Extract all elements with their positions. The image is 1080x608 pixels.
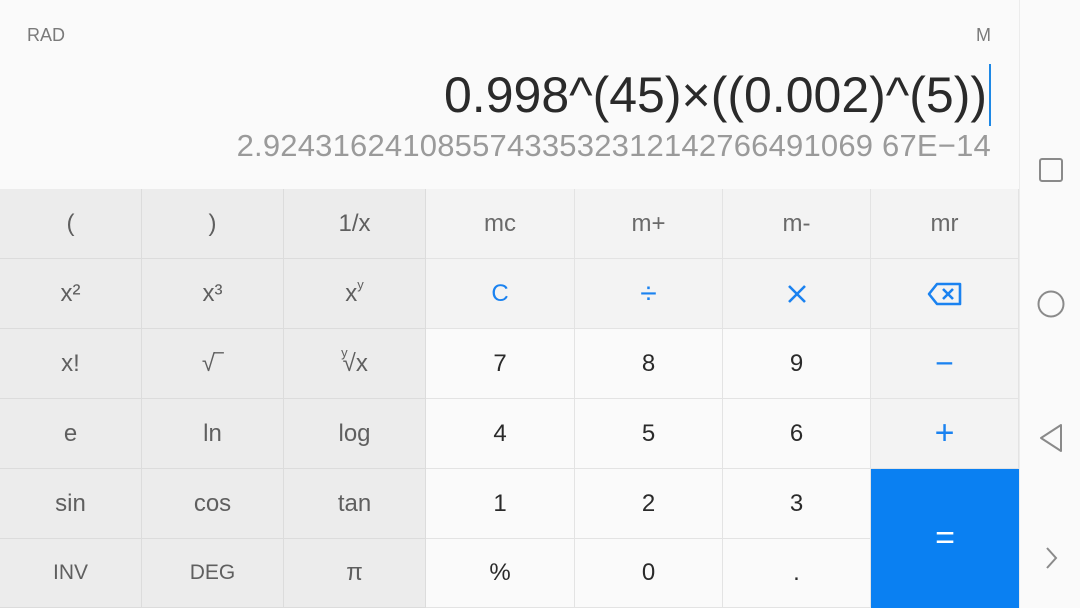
sine-button[interactable]: sin [0,469,142,539]
memory-clear-button[interactable]: mc [426,189,575,259]
square-root-button[interactable]: √‾ [142,329,284,399]
multiply-icon [787,284,806,303]
triangle-back-icon [1039,424,1062,452]
power-exponent-label: y [357,277,364,292]
expand-nav-button[interactable] [1020,540,1080,576]
navigation-bar [1019,0,1080,608]
degree-mode-button[interactable]: DEG [142,539,284,608]
keypad: ( ) 1/x mc m+ m- mr x² x³ xy C ÷ x! √‾ y… [0,189,1019,608]
backspace-button[interactable] [871,259,1019,329]
digit-0-button[interactable]: 0 [575,539,723,608]
angle-mode-label: RAD [27,25,66,45]
digit-6-button[interactable]: 6 [723,399,871,469]
digit-1-button[interactable]: 1 [426,469,575,539]
decimal-point-button[interactable]: . [723,539,871,608]
chevron-right-icon [1045,547,1057,569]
nth-root-button[interactable]: y √x [284,329,426,399]
open-paren-button[interactable]: ( [0,189,142,259]
root-index-label: y [341,345,348,360]
digit-4-button[interactable]: 4 [426,399,575,469]
memory-recall-button[interactable]: mr [871,189,1019,259]
digit-3-button[interactable]: 3 [723,469,871,539]
digit-2-button[interactable]: 2 [575,469,723,539]
pi-button[interactable]: π [284,539,426,608]
digit-8-button[interactable]: 8 [575,329,723,399]
factorial-button[interactable]: x! [0,329,142,399]
expression-field[interactable]: 0.998^(45)×((0.002)^(5)) [444,64,991,126]
inverse-button[interactable]: INV [0,539,142,608]
backspace-icon [927,282,961,305]
reciprocal-button[interactable]: 1/x [284,189,426,259]
minus-button[interactable]: − [871,329,1019,399]
memory-indicator: M [976,25,991,45]
back-button[interactable] [1020,418,1080,458]
square-icon [1038,158,1063,182]
digit-5-button[interactable]: 5 [575,399,723,469]
divide-button[interactable]: ÷ [575,259,723,329]
recent-apps-button[interactable] [1020,150,1080,190]
home-button[interactable] [1020,284,1080,324]
clear-button[interactable]: C [426,259,575,329]
result-preview: 2.92431624108557433532312142766491069 67… [236,128,991,163]
plus-button[interactable]: + [871,399,1019,469]
memory-subtract-button[interactable]: m- [723,189,871,259]
log-button[interactable]: log [284,399,426,469]
equals-button[interactable]: = [871,469,1019,608]
cosine-button[interactable]: cos [142,469,284,539]
digit-7-button[interactable]: 7 [426,329,575,399]
square-button[interactable]: x² [0,259,142,329]
digit-9-button[interactable]: 9 [723,329,871,399]
power-button[interactable]: xy [284,259,426,329]
calculator-app: RAD M 0.998^(45)×((0.002)^(5)) 2.9243162… [0,0,1019,608]
power-base-label: x [345,279,358,307]
euler-button[interactable]: e [0,399,142,469]
display-area: RAD M 0.998^(45)×((0.002)^(5)) 2.9243162… [0,0,1019,189]
tangent-button[interactable]: tan [284,469,426,539]
memory-add-button[interactable]: m+ [575,189,723,259]
cube-button[interactable]: x³ [142,259,284,329]
close-paren-button[interactable]: ) [142,189,284,259]
natural-log-button[interactable]: ln [142,399,284,469]
multiply-button[interactable] [723,259,871,329]
circle-icon [1037,290,1064,318]
percent-button[interactable]: % [426,539,575,608]
